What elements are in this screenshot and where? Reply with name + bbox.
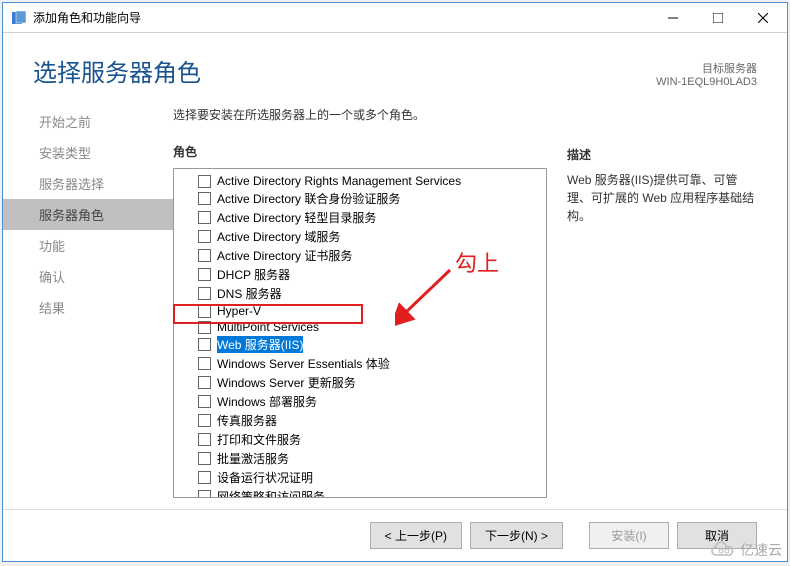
- server-label: 目标服务器: [656, 60, 757, 76]
- role-item[interactable]: Active Directory 域服务: [174, 227, 546, 246]
- sidebar-item-install-type[interactable]: 安装类型: [3, 137, 173, 168]
- checkbox-icon[interactable]: [198, 357, 211, 370]
- instruction-text: 选择要安装在所选服务器上的一个或多个角色。: [173, 106, 547, 123]
- checkbox-icon[interactable]: [198, 414, 211, 427]
- role-item[interactable]: Windows Server Essentials 体验: [174, 354, 546, 373]
- header: 选择服务器角色 目标服务器 WIN-1EQL9H0LAD3: [3, 33, 787, 98]
- description-column: 描述 Web 服务器(IIS)提供可靠、可管理、可扩展的 Web 应用程序基础结…: [567, 106, 757, 499]
- role-item[interactable]: Active Directory 轻型目录服务: [174, 208, 546, 227]
- annotation-box: [173, 304, 363, 324]
- close-icon: [758, 13, 768, 23]
- checkbox-icon[interactable]: [198, 211, 211, 224]
- cloud-icon: [708, 542, 736, 558]
- server-info: 目标服务器 WIN-1EQL9H0LAD3: [656, 60, 757, 88]
- roles-heading: 角色: [173, 143, 547, 160]
- role-item-iis[interactable]: Web 服务器(IIS): [174, 335, 546, 354]
- sidebar-item-server-roles[interactable]: 服务器角色: [3, 199, 173, 230]
- close-button[interactable]: [740, 3, 785, 32]
- main-content: 开始之前 安装类型 服务器选择 服务器角色 功能 确认 结果 选择要安装在所选服…: [3, 98, 787, 509]
- sidebar-item-result[interactable]: 结果: [3, 292, 173, 323]
- content-area: 选择要安装在所选服务器上的一个或多个角色。 角色 Active Director…: [173, 98, 757, 499]
- checkbox-icon[interactable]: [198, 287, 211, 300]
- checkbox-icon[interactable]: [198, 249, 211, 262]
- app-icon: [11, 10, 27, 26]
- checkbox-icon[interactable]: [198, 192, 211, 205]
- titlebar-text: 添加角色和功能向导: [33, 9, 650, 26]
- sidebar-item-features[interactable]: 功能: [3, 230, 173, 261]
- roles-listbox[interactable]: Active Directory Rights Management Servi…: [173, 168, 547, 498]
- role-item[interactable]: Windows Server 更新服务: [174, 373, 546, 392]
- role-item[interactable]: DNS 服务器: [174, 284, 546, 303]
- checkbox-icon[interactable]: [198, 230, 211, 243]
- arrow-annotation-icon: [395, 260, 455, 340]
- sidebar-item-before[interactable]: 开始之前: [3, 106, 173, 137]
- annotation-text: 勾上: [455, 246, 499, 278]
- previous-button[interactable]: < 上一步(P): [370, 522, 462, 549]
- checkbox-icon[interactable]: [198, 471, 211, 484]
- checkbox-icon[interactable]: [198, 395, 211, 408]
- footer: < 上一步(P) 下一步(N) > 安装(I) 取消: [3, 509, 787, 561]
- role-item[interactable]: Active Directory Rights Management Servi…: [174, 173, 546, 189]
- role-item[interactable]: Windows 部署服务: [174, 392, 546, 411]
- checkbox-icon[interactable]: [198, 433, 211, 446]
- watermark: 亿速云: [708, 540, 782, 560]
- checkbox-icon[interactable]: [198, 268, 211, 281]
- role-item[interactable]: 批量激活服务: [174, 449, 546, 468]
- checkbox-icon[interactable]: [198, 338, 211, 351]
- role-item[interactable]: 打印和文件服务: [174, 430, 546, 449]
- role-item[interactable]: 传真服务器: [174, 411, 546, 430]
- role-item[interactable]: 设备运行状况证明: [174, 468, 546, 487]
- checkbox-icon[interactable]: [198, 175, 211, 188]
- sidebar: 开始之前 安装类型 服务器选择 服务器角色 功能 确认 结果: [3, 98, 173, 499]
- sidebar-item-confirm[interactable]: 确认: [3, 261, 173, 292]
- wizard-window: 添加角色和功能向导 选择服务器角色 目标服务器 WIN-1EQL9H0LAD3 …: [2, 2, 788, 562]
- checkbox-icon[interactable]: [198, 452, 211, 465]
- sidebar-item-server-select[interactable]: 服务器选择: [3, 168, 173, 199]
- description-heading: 描述: [567, 146, 757, 163]
- checkbox-icon[interactable]: [198, 376, 211, 389]
- watermark-text: 亿速云: [740, 540, 782, 560]
- maximize-icon: [713, 13, 723, 23]
- install-button: 安装(I): [589, 522, 669, 549]
- minimize-button[interactable]: [650, 3, 695, 32]
- roles-column: 选择要安装在所选服务器上的一个或多个角色。 角色 Active Director…: [173, 106, 547, 499]
- titlebar: 添加角色和功能向导: [3, 3, 787, 33]
- next-button[interactable]: 下一步(N) >: [470, 522, 563, 549]
- description-text: Web 服务器(IIS)提供可靠、可管理、可扩展的 Web 应用程序基础结构。: [567, 171, 757, 225]
- role-item[interactable]: Active Directory 联合身份验证服务: [174, 189, 546, 208]
- minimize-icon: [668, 13, 678, 23]
- checkbox-icon[interactable]: [198, 490, 211, 498]
- maximize-button[interactable]: [695, 3, 740, 32]
- role-item[interactable]: 网络策略和访问服务: [174, 487, 546, 498]
- server-name: WIN-1EQL9H0LAD3: [656, 76, 757, 88]
- page-title: 选择服务器角色: [33, 53, 201, 88]
